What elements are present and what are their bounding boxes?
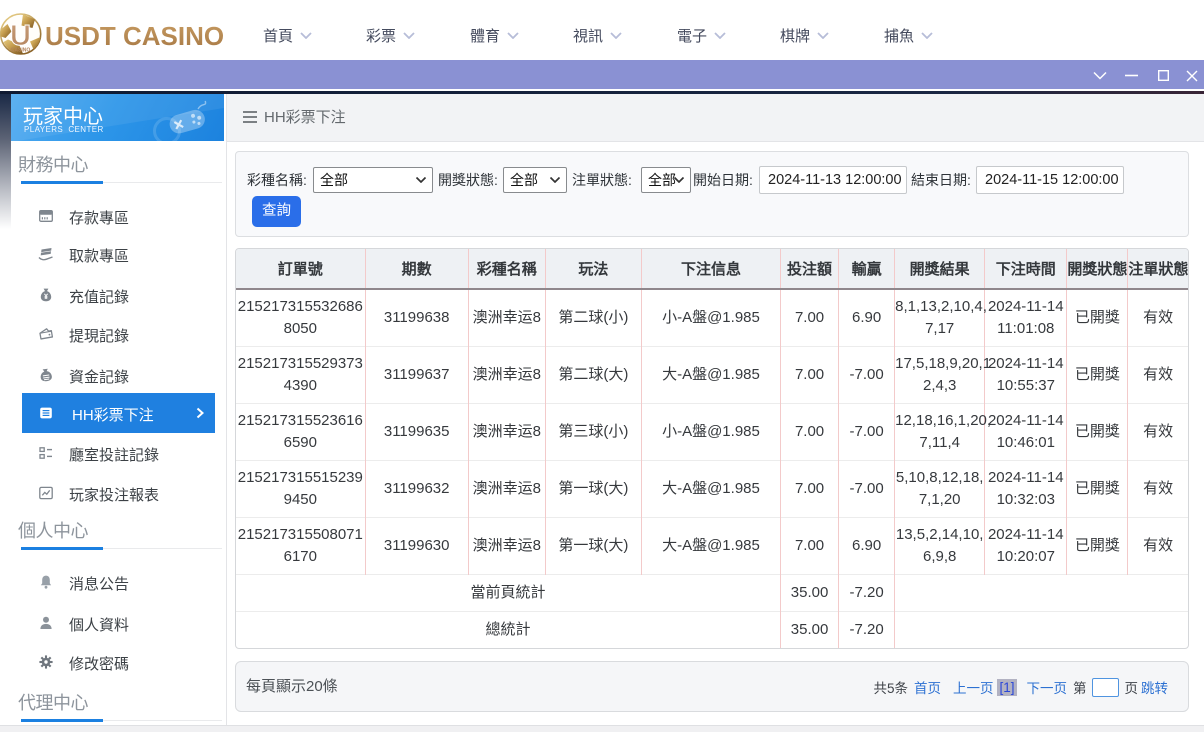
svg-text:CASINO: CASINO bbox=[11, 48, 31, 54]
